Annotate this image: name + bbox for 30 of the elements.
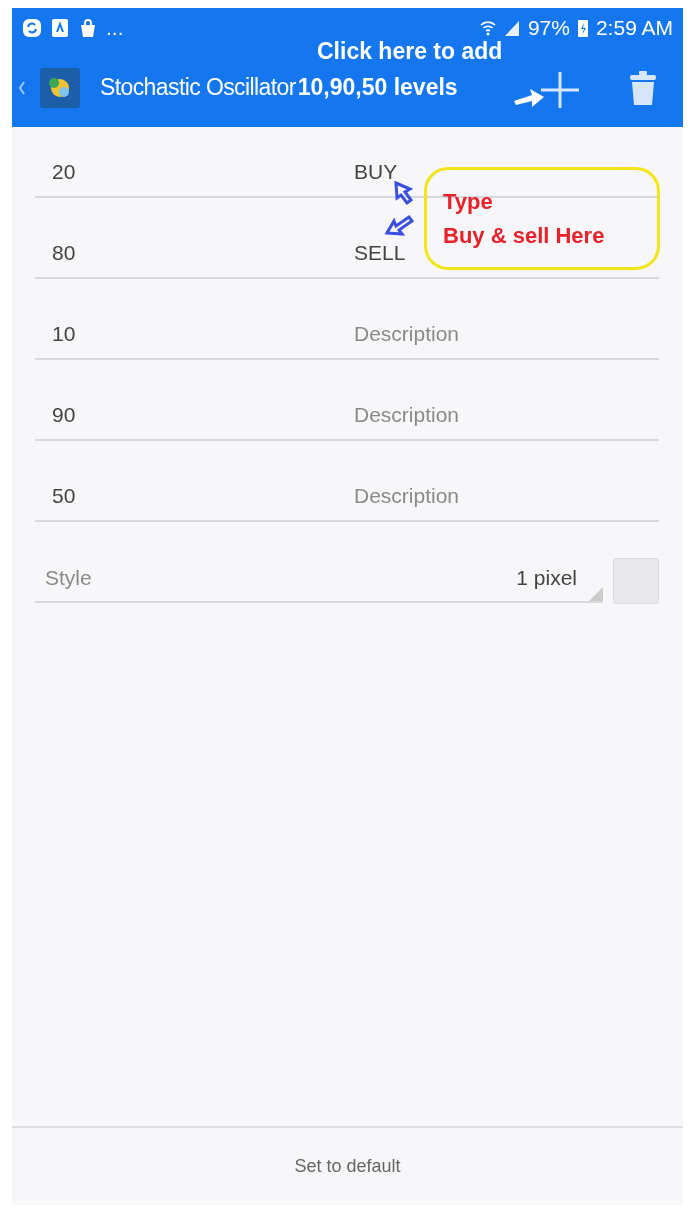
level-value-field[interactable]: 90: [35, 403, 354, 439]
level-value-field[interactable]: 80: [35, 241, 354, 277]
clock: 2:59 AM: [595, 16, 673, 40]
app-store-icon: [50, 18, 70, 38]
add-hint-annotation: Click here to add: [317, 38, 503, 65]
levels-annotation: 10,90,50 levels: [297, 74, 458, 101]
callout-text: Type: [443, 188, 494, 215]
dropdown-corner-icon: [589, 587, 603, 601]
level-value-field[interactable]: 50: [35, 484, 354, 520]
style-dropdown[interactable]: Style 1 pixel: [35, 555, 603, 603]
battery-percent: 97%: [527, 16, 570, 40]
add-icon[interactable]: [541, 72, 579, 108]
battery-charging-icon: [577, 19, 588, 37]
level-description-field[interactable]: Description: [354, 403, 634, 439]
level-description-field[interactable]: Description: [354, 484, 634, 520]
back-icon[interactable]: [18, 79, 26, 96]
sync-icon: [22, 18, 42, 38]
app-logo-icon: [40, 67, 80, 108]
level-value-field[interactable]: 10: [35, 322, 354, 358]
more-notifications: ...: [106, 16, 124, 40]
wifi-icon: [479, 19, 496, 37]
toolbar-title: Stochastic Oscillator: [100, 74, 296, 101]
set-to-default-button[interactable]: Set to default: [282, 1148, 413, 1185]
shopping-bag-icon: [78, 18, 98, 38]
callout-text: Buy & sell Here: [443, 222, 606, 249]
level-description-field[interactable]: Description: [354, 322, 634, 358]
signal-icon: [503, 19, 520, 37]
level-value-field[interactable]: 20: [35, 160, 354, 196]
color-swatch[interactable]: [613, 558, 659, 604]
trash-icon[interactable]: [629, 71, 657, 105]
